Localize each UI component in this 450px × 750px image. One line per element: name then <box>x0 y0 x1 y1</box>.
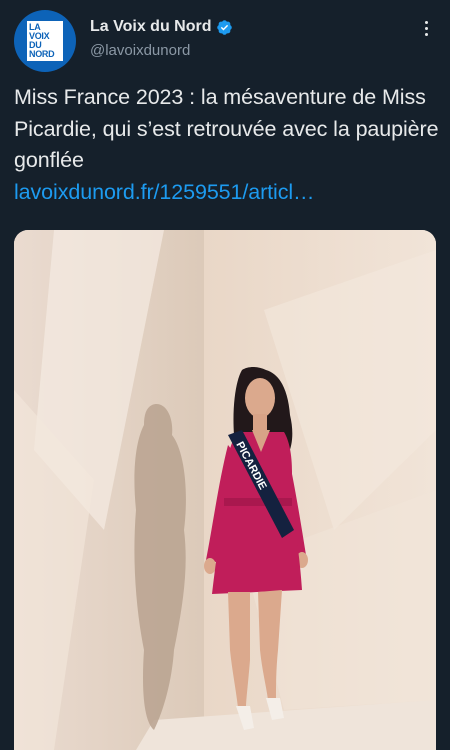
brand-logo-icon: LA VOIX DU NORD <box>27 21 63 61</box>
tweet-header: LA VOIX DU NORD La Voix du Nord @lavoixd… <box>14 10 438 72</box>
tweet-body: Miss France 2023 : la mésaventure de Mis… <box>14 85 439 172</box>
tweet: LA VOIX DU NORD La Voix du Nord @lavoixd… <box>0 0 450 750</box>
verified-badge-icon <box>217 19 233 35</box>
tweet-image[interactable]: PICARDIE <box>14 230 436 750</box>
tweet-link[interactable]: lavoixdunord.fr/1259551/articl… <box>14 177 439 209</box>
display-name[interactable]: La Voix du Nord <box>90 18 211 36</box>
photo-miss-picardie: PICARDIE <box>14 230 436 750</box>
account-names: La Voix du Nord @lavoixdunord <box>90 16 233 59</box>
more-options-icon[interactable] <box>414 16 438 40</box>
tweet-text: Miss France 2023 : la mésaventure de Mis… <box>14 82 439 208</box>
avatar[interactable]: LA VOIX DU NORD <box>14 10 76 72</box>
account-handle[interactable]: @lavoixdunord <box>90 42 233 59</box>
